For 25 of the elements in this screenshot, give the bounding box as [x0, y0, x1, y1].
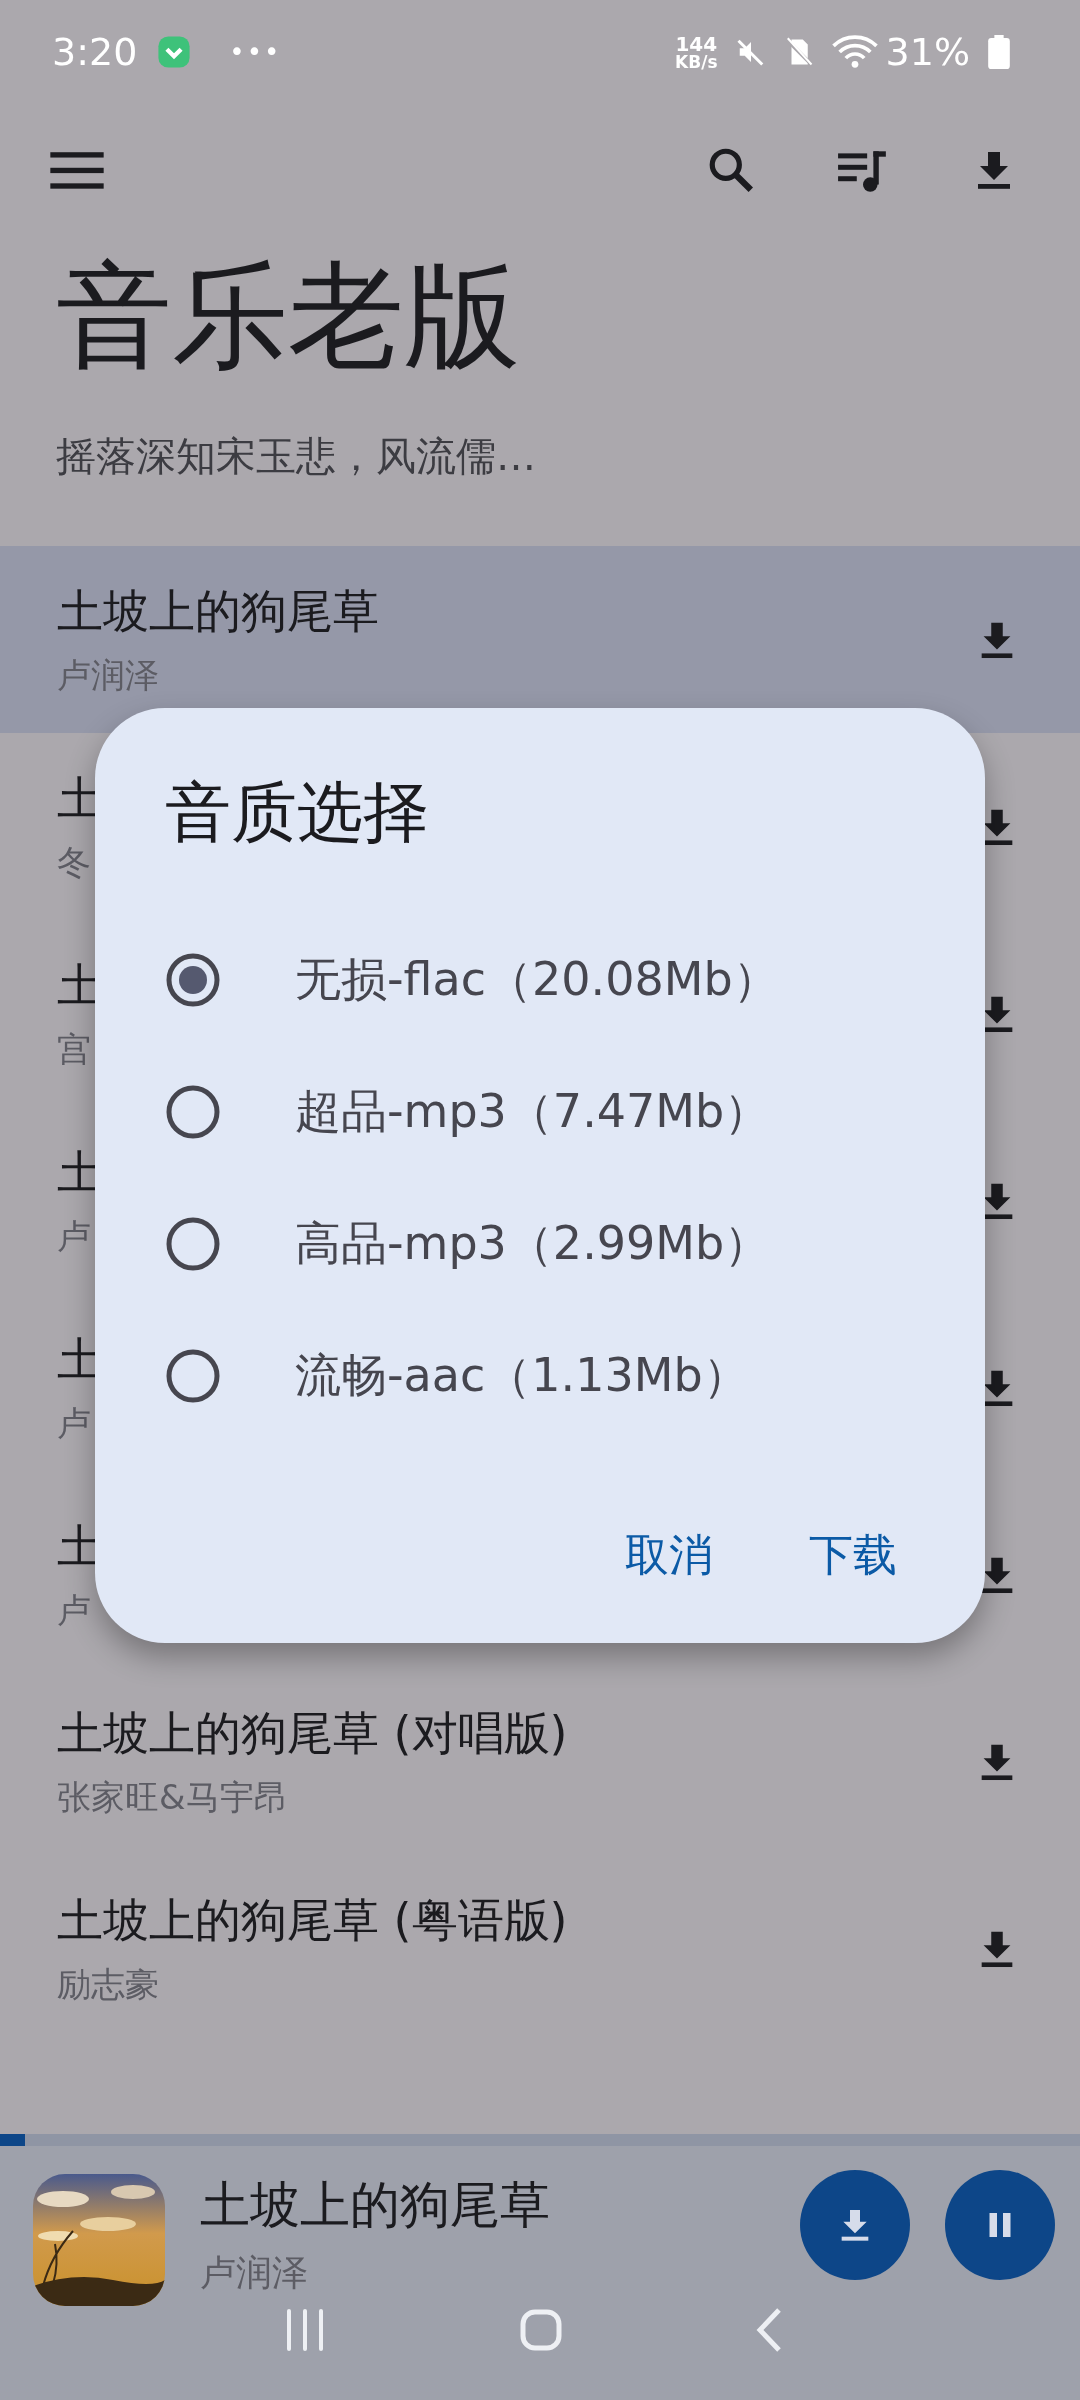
song-artist: 张家旺&马宇昂: [57, 1775, 289, 1819]
app-subtitle: 摇落深知宋玉悲，风流儒…: [55, 432, 537, 481]
network-speed-value: 144: [675, 33, 718, 54]
quality-option: 无损-flac（20.08Mb）: [295, 949, 779, 1011]
quality-option: 超品-mp3（7.47Mb）: [295, 1081, 771, 1143]
song-artist: 卢: [57, 1401, 92, 1445]
song-artist: 卢润泽: [57, 653, 160, 697]
app-title: 音乐老版: [55, 247, 521, 385]
song-artist: 励志豪: [57, 1962, 160, 2006]
song-title: 土坡上的狗尾草: [57, 582, 379, 640]
dialog-title: 音质选择: [165, 773, 430, 853]
song-artist: 宫: [57, 1027, 92, 1071]
network-speed-unit: KB/s: [675, 53, 718, 71]
song-title: 土坡上的狗尾草 (对唱版): [57, 1704, 568, 1762]
song-title: 土坡上的狗尾草 (粤语版): [57, 1891, 568, 1949]
song-artist: 卢: [57, 1214, 92, 1258]
song-artist: 卢: [57, 1588, 92, 1632]
song-artist: 冬: [57, 840, 92, 884]
clock-time: 3:20: [52, 30, 138, 74]
now-playing-artist: 卢润泽: [200, 2251, 309, 2295]
quality-option: 高品-mp3（2.99Mb）: [295, 1213, 771, 1275]
battery-percent: 31%: [885, 30, 970, 74]
more-notifications: •••: [229, 37, 282, 67]
quality-option: 流畅-aac（1.13Mb）: [295, 1345, 749, 1407]
now-playing-title: 土坡上的狗尾草: [200, 2175, 551, 2236]
